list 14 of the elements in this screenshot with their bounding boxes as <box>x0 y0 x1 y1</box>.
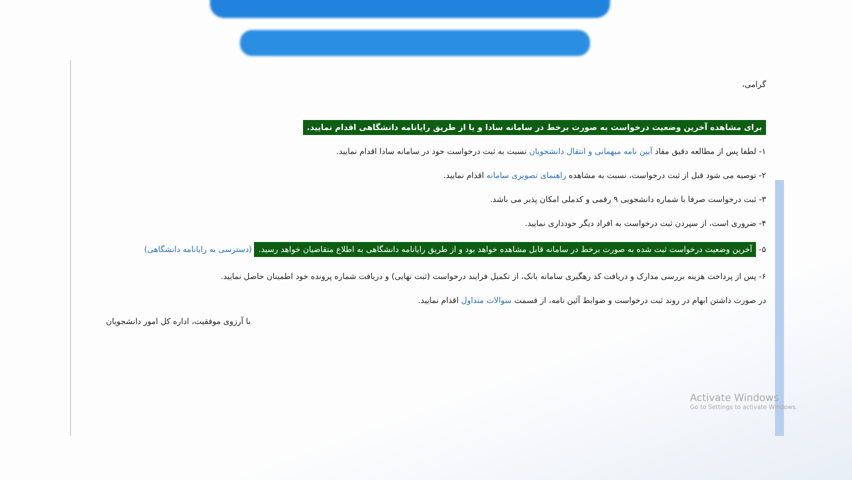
greeting-text: گرامی، <box>741 79 766 91</box>
notice-paragraph: ۴- ضروری است، از سپردن ثبت درخواست به افراد دیگر خودداری نمایید. <box>524 218 766 230</box>
highlighted-heading: برای مشاهده آخرین وضعیت درخواست به صورت برخط در سامانه سادا و یا از طریق رایانامه دانشگاهی اقدام نمایید. <box>302 120 766 135</box>
notice-paragraph: ۲- توصیه می شود قبل از ثبت درخواست، نسبت به مشاهده راهنمای تصویری سامانه اقدام نمایید. <box>442 170 766 182</box>
notice-paragraph: در صورت داشتن ابهام در روند ثبت درخواست و ضوابط آئین نامه، از قسمت سوالات متداول اقدام نمایید. <box>416 294 766 307</box>
text-link[interactable]: آیین نامه میهمانی و انتقال دانشجویان <box>529 147 652 156</box>
activation-title: Activate Windows <box>690 393 780 404</box>
notice-paragraph: ۳- ثبت درخواست صرفا با شماره دانشجویی ۹ رقمی و کدملی امکان پذیر می باشد. <box>489 194 766 206</box>
notice-paragraph: ۶- پس از پرداخت هزینه بررسی مدارک و دریافت کد رهگیری سامانه بانک، از تکمیل فرایند درخواست (ثبت نهایی) و دریافت شماره پرونده خود اطمینان حاصل نمایید. <box>220 271 766 283</box>
text-link[interactable]: سوالات متداول <box>461 296 512 305</box>
signature-text: با آرزوی موفقیت، اداره کل امور دانشجویان <box>105 317 252 326</box>
text-link[interactable]: (دسترسی به رایانامه دانشگاهی) <box>144 245 254 254</box>
notice-paragraph: ۱- لطفا پس از مطالعه دقیق مفاد آیین نامه میهمانی و انتقال دانشجویان نسبت به ثبت درخواست خود در سامانه سادا اقدام نمایید. <box>335 146 766 158</box>
text-link[interactable]: راهنمای تصویری سامانه <box>486 171 566 180</box>
